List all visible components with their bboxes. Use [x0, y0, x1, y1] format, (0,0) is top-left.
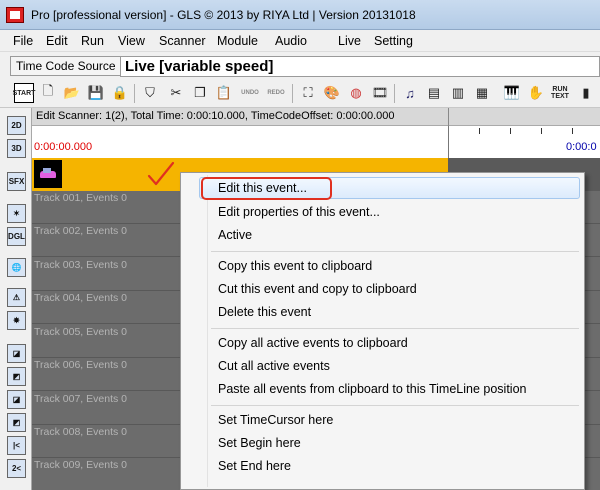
menu-separator — [211, 328, 579, 329]
save-icon[interactable]: 💾 — [86, 83, 106, 103]
color-palette-icon[interactable]: 🎨 — [322, 83, 342, 103]
timecode-source-button[interactable]: Time Code Source — [10, 56, 122, 76]
menu-module[interactable]: Module — [217, 34, 258, 48]
track-tool-icon[interactable]: ◩ — [7, 367, 26, 386]
menu-edit-event[interactable]: Edit this event... — [218, 181, 307, 195]
end-time-label: 0:00:0 — [566, 141, 597, 153]
timeline-grid-icon[interactable]: ▥ — [448, 83, 468, 103]
dgl-icon[interactable]: DGL — [7, 227, 26, 246]
start-time-label: 0:00:00.000 — [34, 141, 93, 153]
laser-icon[interactable]: ✶ — [7, 204, 26, 223]
menu-cut-all-active[interactable]: Cut all active events — [218, 359, 330, 373]
menu-run[interactable]: Run — [81, 34, 104, 48]
ruler-tick — [541, 128, 542, 134]
left-icon-column: 2D 3D SFX ✶ DGL 🌐 ⚠ ✸ ◪ ◩ ◪ ◩ |< 2< — [0, 108, 32, 490]
toolbar: START 🗋 📂 💾 🔒 ⛉ ✂ ❐ 📋 UNDO REDO ⛶ 🎨 ◍ 🎞 … — [0, 80, 600, 108]
menu-separator — [211, 405, 579, 406]
color-wheel-icon[interactable]: ◍ — [346, 83, 366, 103]
toolbar-separator — [394, 84, 395, 103]
hand-icon[interactable]: ✋ — [526, 83, 546, 103]
window-title: Pro [professional version] - GLS © 2013 … — [31, 8, 416, 22]
piano-keys-icon[interactable]: 🎹 — [502, 83, 522, 103]
track-label: Track 007, Events 0 — [34, 393, 127, 405]
menu-gutter — [207, 175, 208, 487]
menu-edit-event-properties[interactable]: Edit properties of this event... — [218, 205, 380, 219]
toolbar-separator — [292, 84, 293, 103]
menu-audio[interactable]: Audio — [275, 34, 307, 48]
menu-paste-all-events[interactable]: Paste all events from clipboard to this … — [218, 382, 527, 396]
undo-button[interactable]: UNDO — [240, 83, 260, 103]
timeline-ruler-icon[interactable]: ▤ — [424, 83, 444, 103]
film-strip-icon[interactable]: 🎞 — [370, 83, 390, 103]
effect-icon[interactable]: ✸ — [7, 311, 26, 330]
ruler-tick — [479, 128, 480, 134]
menu-set-begin[interactable]: Set Begin here — [218, 436, 301, 450]
open-folder-icon[interactable]: 📂 — [62, 83, 82, 103]
scanner-header: Edit Scanner: 1(2), Total Time: 0:00:10.… — [32, 108, 600, 126]
menu-set-end[interactable]: Set End here — [218, 459, 291, 473]
start-button[interactable]: START — [13, 83, 35, 103]
timeline-zoom-icon[interactable]: ▦ — [472, 83, 492, 103]
menu-edit[interactable]: Edit — [46, 34, 68, 48]
music-note-icon[interactable]: ♫ — [400, 83, 420, 103]
menu-copy-event[interactable]: Copy this event to clipboard — [218, 259, 372, 273]
checkmark-icon — [147, 161, 175, 186]
sfx-icon[interactable]: SFX — [7, 172, 26, 191]
menu-bar: File Edit Run View Scanner Module Audio … — [0, 30, 600, 52]
new-file-icon[interactable]: 🗋 — [38, 83, 58, 103]
track-label: Track 004, Events 0 — [34, 292, 127, 304]
menu-cut-event[interactable]: Cut this event and copy to clipboard — [218, 282, 417, 296]
track-tool-icon[interactable]: ◪ — [7, 344, 26, 363]
track-label: Track 002, Events 0 — [34, 225, 127, 237]
car-icon — [34, 160, 62, 188]
track-label: Track 009, Events 0 — [34, 459, 127, 471]
track-label: Track 006, Events 0 — [34, 359, 127, 371]
menu-separator — [211, 251, 579, 252]
context-menu: Edit this event... Edit properties of th… — [180, 172, 585, 490]
mode-2d-icon[interactable]: 2D — [7, 116, 26, 135]
app-logo-icon — [6, 7, 24, 23]
scanner-info: Edit Scanner: 1(2), Total Time: 0:00:10.… — [36, 110, 395, 122]
title-bar: Pro [professional version] - GLS © 2013 … — [0, 0, 600, 30]
fit-frame-icon[interactable]: ⛶ — [298, 83, 318, 103]
track-label: Track 001, Events 0 — [34, 192, 127, 204]
copy-icon[interactable]: ❐ — [190, 83, 210, 103]
shield-icon[interactable]: ⛉ — [140, 83, 160, 103]
timecode-source-value[interactable]: Live [variable speed] — [120, 56, 600, 77]
jump-start-icon[interactable]: |< — [7, 436, 26, 455]
ruler-tick — [510, 128, 511, 134]
track-tool-icon[interactable]: ◩ — [7, 413, 26, 432]
timeline-divider — [448, 108, 449, 126]
menu-delete-event[interactable]: Delete this event — [218, 305, 311, 319]
mode-3d-icon[interactable]: 3D — [7, 139, 26, 158]
menu-file[interactable]: File — [13, 34, 33, 48]
menu-live[interactable]: Live — [338, 34, 361, 48]
menu-view[interactable]: View — [118, 34, 145, 48]
jump-back-icon[interactable]: 2< — [7, 459, 26, 478]
cut-icon[interactable]: ✂ — [166, 83, 186, 103]
menu-scanner[interactable]: Scanner — [159, 34, 206, 48]
redo-button[interactable]: REDO — [266, 83, 286, 103]
track-label: Track 008, Events 0 — [34, 426, 127, 438]
toolbar-separator — [134, 84, 135, 103]
menu-setting[interactable]: Setting — [374, 34, 413, 48]
menu-active[interactable]: Active — [218, 228, 252, 242]
time-ruler[interactable]: 0:00:00.000 0:00:0 — [32, 126, 600, 158]
timecode-row: Time Code Source Live [variable speed] — [0, 52, 600, 80]
track-tool-icon[interactable]: ◪ — [7, 390, 26, 409]
globe-icon[interactable]: 🌐 — [7, 258, 26, 277]
track-label: Track 003, Events 0 — [34, 259, 127, 271]
lock-icon[interactable]: 🔒 — [110, 83, 130, 103]
bars-icon[interactable]: ▮ — [576, 83, 596, 103]
paste-icon[interactable]: 📋 — [214, 83, 234, 103]
warning-icon[interactable]: ⚠ — [7, 288, 26, 307]
menu-copy-all-active[interactable]: Copy all active events to clipboard — [218, 336, 408, 350]
ruler-tick — [572, 128, 573, 134]
app-window: Pro [professional version] - GLS © 2013 … — [0, 0, 600, 490]
track-label: Track 005, Events 0 — [34, 326, 127, 338]
menu-set-timecursor[interactable]: Set TimeCursor here — [218, 413, 333, 427]
run-text-button[interactable]: RUN TEXT — [550, 83, 570, 103]
time-cursor[interactable] — [448, 126, 449, 158]
